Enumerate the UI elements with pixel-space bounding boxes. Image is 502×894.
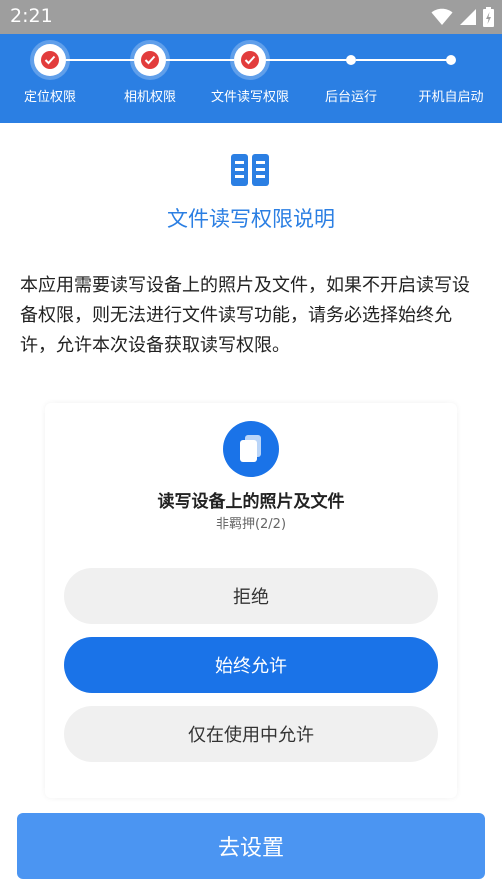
status-time: 2:21 (10, 5, 53, 27)
files-icon (223, 421, 279, 477)
step-location-check (34, 44, 66, 76)
dialog-subtitle: 非羁押(2/2) (215, 517, 287, 532)
permission-stepper: 定位权限 相机权限 文件读写权限 后台运行 开机自启动 (0, 34, 502, 123)
step-connector (166, 59, 234, 61)
deny-option: 拒绝 (64, 568, 438, 624)
go-to-settings-button[interactable]: 去设置 (17, 813, 485, 879)
page-title: 文件读写权限说明 (167, 207, 335, 231)
step-camera-check (134, 44, 166, 76)
check-icon (141, 51, 159, 69)
battery-charging-icon (483, 7, 494, 27)
wifi-icon (431, 8, 453, 25)
check-icon (41, 51, 59, 69)
status-bar: 2:21 (0, 0, 502, 34)
status-icons (431, 6, 494, 28)
step-label-background: 后台运行 (324, 90, 377, 105)
permission-dialog-illustration: 读写设备上的照片及文件 非羁押(2/2) 拒绝 始终允许 仅在使用中允许 (45, 403, 457, 798)
allow-while-using-option: 仅在使用中允许 (64, 706, 438, 762)
step-label-camera: 相机权限 (123, 90, 176, 105)
step-label-autostart: 开机自启动 (418, 90, 484, 105)
step-label-file: 文件读写权限 (210, 90, 289, 105)
always-allow-option: 始终允许 (64, 637, 438, 693)
step-file-check (234, 44, 266, 76)
permission-description: 本应用需要读写设备上的照片及文件，如果不开启读写设备权限，则无法进行文件读写功能… (20, 275, 470, 356)
step-connector (266, 59, 348, 61)
step-background-dot (346, 55, 356, 65)
step-label-location: 定位权限 (23, 90, 76, 105)
step-autostart-dot (446, 55, 456, 65)
dialog-title: 读写设备上的照片及文件 (157, 492, 345, 512)
document-book-icon (231, 154, 269, 186)
step-connector (66, 59, 134, 61)
check-icon (241, 51, 259, 69)
signal-icon (460, 9, 476, 25)
step-connector (356, 59, 448, 61)
